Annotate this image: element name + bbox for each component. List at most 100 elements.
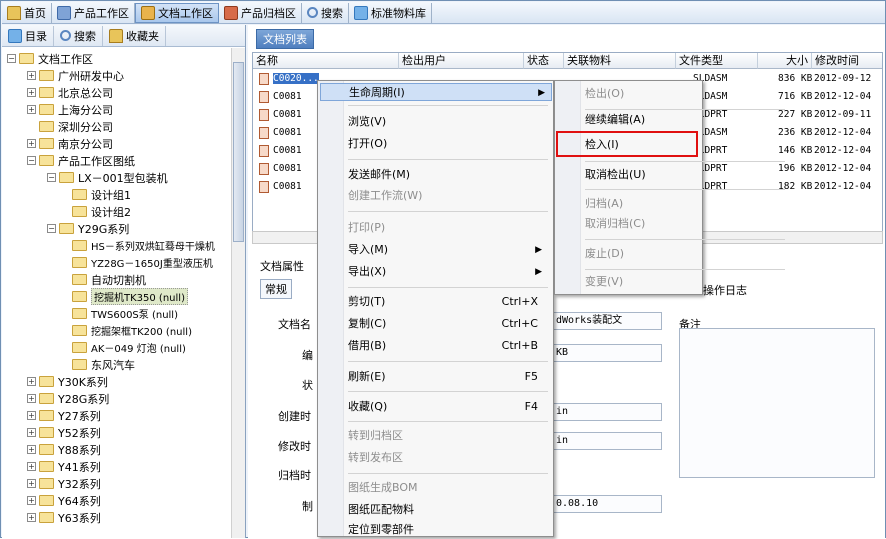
tree-node[interactable]: + Y52系列	[27, 424, 101, 441]
menu-item-send-mail[interactable]: 发送邮件(M)	[348, 166, 548, 184]
collapse-icon[interactable]: −	[7, 54, 16, 63]
search-button[interactable]: 搜索	[54, 25, 103, 46]
tree-node[interactable]: − LX－001型包装机	[47, 169, 168, 186]
catalog-button[interactable]: 目录	[2, 25, 54, 46]
submenu-item-archive[interactable]: 归档(A)	[585, 195, 695, 213]
menu-item-refresh[interactable]: 刷新(E) F5	[348, 368, 548, 386]
tree-node[interactable]: 深圳分公司	[39, 118, 113, 135]
tab-search[interactable]: 搜索	[302, 2, 349, 23]
submenu-item-continue-edit[interactable]: 继续编辑(A)	[585, 111, 695, 129]
column-header[interactable]: 修改时间	[812, 53, 882, 69]
expand-icon[interactable]: +	[27, 496, 36, 505]
collapse-icon[interactable]: −	[27, 156, 36, 165]
tree-node[interactable]: + Y28G系列	[27, 390, 109, 407]
field-label: 编	[302, 349, 313, 362]
submenu-item-cancel-checkout[interactable]: 取消检出(U)	[585, 166, 695, 184]
menu-item-print[interactable]: 打印(P)	[348, 219, 548, 237]
tree-node[interactable]: + 广州研发中心	[27, 67, 124, 84]
menu-item-create-workflow[interactable]: 创建工作流(W)	[348, 187, 548, 205]
column-header[interactable]: 检出用户	[399, 53, 524, 69]
submenu-item-abolish[interactable]: 废止(D)	[585, 245, 695, 263]
submenu-item-change[interactable]: 变更(V)	[585, 273, 695, 291]
file-type-select[interactable]: dWorks装配文	[552, 312, 662, 330]
expand-icon[interactable]: +	[27, 479, 36, 488]
expand-icon[interactable]: +	[27, 428, 36, 437]
expand-icon[interactable]: +	[27, 377, 36, 386]
tree-node[interactable]: 东风汽车	[72, 356, 135, 373]
menu-item-locate-part[interactable]: 定位到零部件	[348, 521, 548, 539]
menu-item-goto-archive[interactable]: 转到归档区	[348, 427, 548, 445]
submenu-item-checkout[interactable]: 检出(O)	[585, 85, 695, 103]
menu-item-match-material[interactable]: 图纸匹配物料	[348, 501, 548, 519]
menu-item-browse[interactable]: 浏览(V)	[348, 113, 548, 131]
tab-product-workspace[interactable]: 产品工作区	[52, 2, 135, 23]
menu-item-import[interactable]: 导入(M) ▶	[348, 241, 548, 259]
tab-operation-log[interactable]: 操作日志	[703, 282, 747, 298]
collapse-icon[interactable]: −	[47, 173, 56, 182]
favorites-button[interactable]: 收藏夹	[103, 25, 166, 46]
tab-general[interactable]: 常规	[260, 279, 292, 299]
tab-standard-library[interactable]: 标准物料库	[349, 2, 432, 23]
tree-node[interactable]: YZ28G－1650J重型液压机	[72, 254, 213, 271]
menu-item-lifecycle[interactable]: 生命周期(I) ▶	[320, 83, 552, 101]
expand-icon[interactable]: +	[27, 394, 36, 403]
tree-node[interactable]: 挖掘架框TK200 (null)	[72, 322, 192, 339]
expand-icon[interactable]: +	[27, 462, 36, 471]
note-textarea[interactable]	[679, 328, 875, 478]
size-field: KB	[552, 344, 662, 362]
tree-node[interactable]: + Y88系列	[27, 441, 101, 458]
expand-icon[interactable]: +	[27, 105, 36, 114]
tree-node[interactable]: 设计组1	[72, 186, 131, 203]
menu-item-generate-bom[interactable]: 图纸生成BOM	[348, 479, 548, 497]
submenu-item-cancel-archive[interactable]: 取消归档(C)	[585, 215, 695, 233]
expand-icon[interactable]: +	[27, 445, 36, 454]
column-header[interactable]: 状态	[524, 53, 564, 69]
expand-icon[interactable]: +	[27, 71, 36, 80]
expand-icon[interactable]: +	[27, 88, 36, 97]
tab-home[interactable]: 首页	[2, 2, 52, 23]
menu-item-export[interactable]: 导出(X) ▶	[348, 263, 548, 281]
menu-item-favorite[interactable]: 收藏(Q) F4	[348, 398, 548, 416]
tree-node[interactable]: 自动切割机	[72, 271, 146, 288]
column-header[interactable]: 名称	[253, 53, 399, 69]
tree-node[interactable]: + Y32系列	[27, 475, 101, 492]
expand-icon[interactable]: +	[27, 139, 36, 148]
menu-item-cut[interactable]: 剪切(T) Ctrl+X	[348, 293, 548, 311]
tree-node[interactable]: + 上海分公司	[27, 101, 113, 118]
tree-node[interactable]: − Y29G系列	[47, 220, 129, 237]
tree-node[interactable]: + 南京分公司	[27, 135, 113, 152]
expand-icon[interactable]: +	[27, 513, 36, 522]
product-icon	[57, 5, 71, 20]
tree-node[interactable]: + Y30K系列	[27, 373, 108, 390]
menu-item-open[interactable]: 打开(O)	[348, 135, 548, 153]
tree-node[interactable]: + Y41系列	[27, 458, 101, 475]
scrollbar-thumb[interactable]	[233, 62, 244, 242]
menu-item-copy[interactable]: 复制(C) Ctrl+C	[348, 315, 548, 333]
tab-product-archive[interactable]: 产品归档区	[219, 2, 302, 23]
create-time-field: in	[552, 403, 662, 421]
folder-icon	[39, 87, 54, 98]
folder-icon	[72, 240, 87, 251]
menu-item-borrow[interactable]: 借用(B) Ctrl+B	[348, 337, 548, 355]
tree-node[interactable]: HS－系列双烘缸蓦母干燥机	[72, 237, 215, 254]
tab-document-workspace[interactable]: 文档工作区	[135, 2, 219, 23]
column-header[interactable]: 文件类型	[676, 53, 758, 69]
column-header[interactable]: 关联物料	[564, 53, 676, 69]
collapse-icon[interactable]: −	[47, 224, 56, 233]
tree-node[interactable]: + 北京总公司	[27, 84, 113, 101]
tree-node[interactable]: 设计组2	[72, 203, 131, 220]
tab-document-list[interactable]: 文档列表	[256, 29, 314, 49]
menu-item-goto-publish[interactable]: 转到发布区	[348, 449, 548, 467]
expand-icon[interactable]: +	[27, 411, 36, 420]
tree-scrollbar[interactable]	[231, 48, 245, 538]
tree-node[interactable]: + Y63系列	[27, 509, 101, 526]
column-header[interactable]: 大小	[758, 53, 812, 69]
tree-node[interactable]: + Y27系列	[27, 407, 101, 424]
tree-node-selected[interactable]: 挖掘机TK350 (null)	[72, 288, 188, 305]
folder-icon	[39, 104, 54, 115]
tree-node[interactable]: − 产品工作区图纸	[27, 152, 135, 169]
tree-node[interactable]: + Y64系列	[27, 492, 101, 509]
tree-node[interactable]: TWS600S泵 (null)	[72, 305, 178, 322]
tree-node-root[interactable]: − 文档工作区	[7, 50, 93, 67]
tree-node[interactable]: AK－049 灯泡 (null)	[72, 339, 186, 356]
